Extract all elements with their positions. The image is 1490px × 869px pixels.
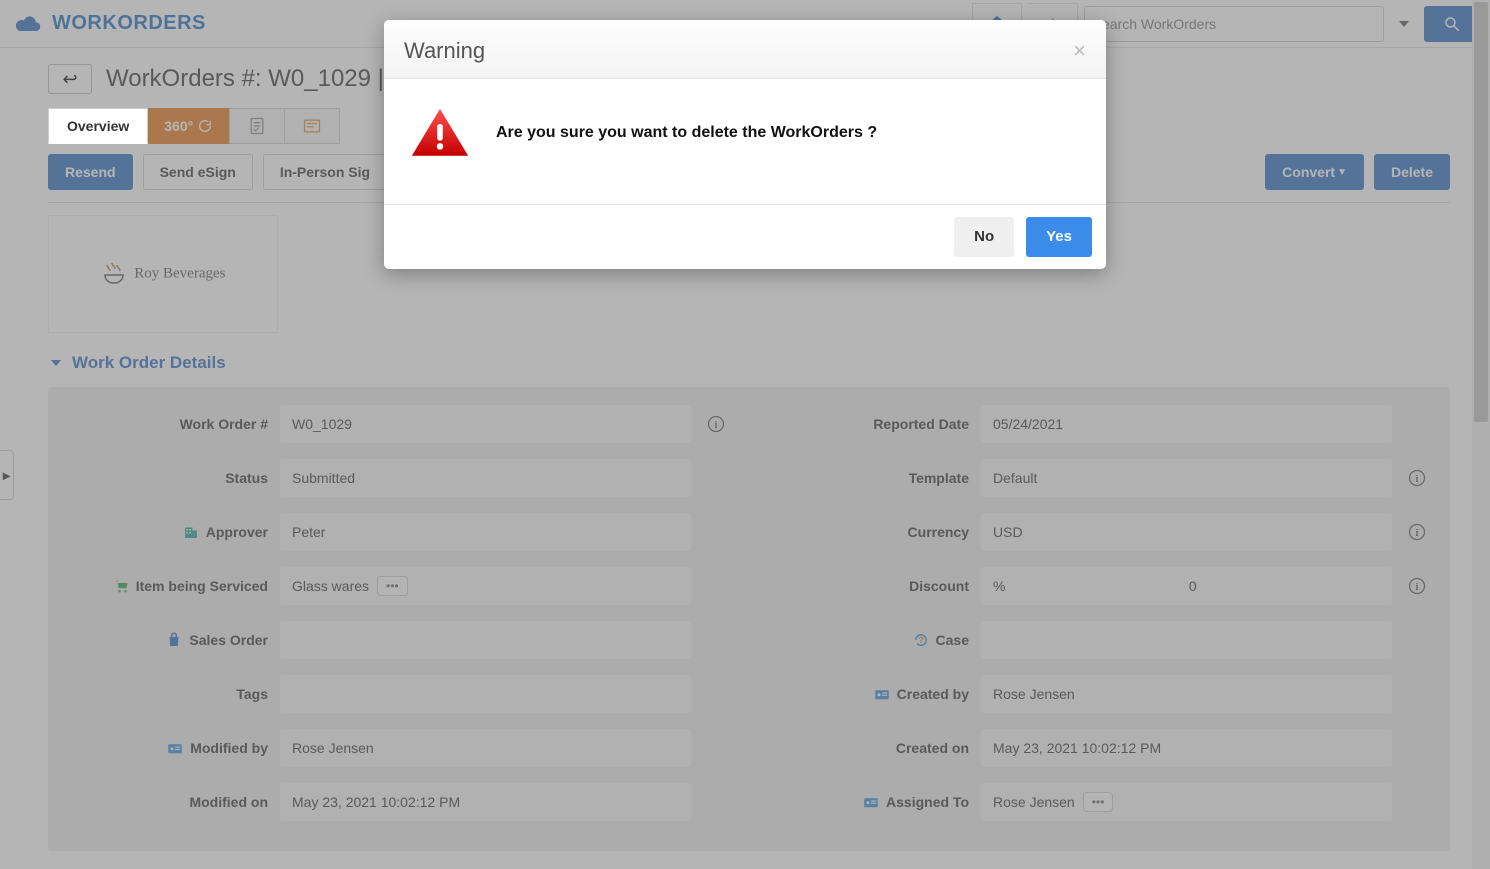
modal-message: Are you sure you want to delete the Work… [496, 124, 877, 142]
modal-no-button[interactable]: No [954, 217, 1014, 257]
modal-yes-button[interactable]: Yes [1026, 217, 1092, 257]
modal-close-button[interactable]: × [1073, 40, 1086, 62]
modal-title: Warning [404, 38, 1073, 64]
warning-icon [410, 107, 470, 160]
tab-overview[interactable]: Overview [48, 108, 148, 144]
warning-modal: Warning × Are you sure you want to delet… [384, 20, 1106, 269]
